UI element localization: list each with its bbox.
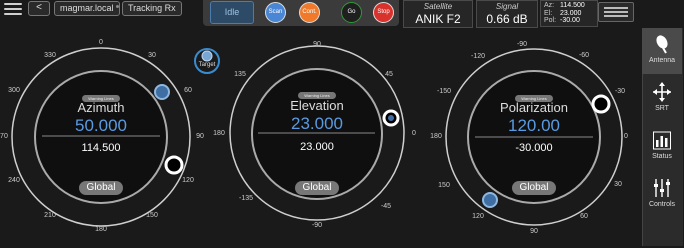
pol-tick-minus60: -60 (578, 52, 590, 59)
el-tick-minus90: -90 (311, 222, 323, 229)
azimuth-actual-marker (164, 155, 184, 175)
sidebar-item-controls[interactable]: Controls (642, 172, 682, 218)
az-tick-270: 270 (0, 133, 8, 140)
az-tick-150: 150 (146, 212, 158, 219)
pol-tick-minus120: -120 (470, 53, 485, 60)
az-tick-0: 0 (99, 39, 103, 46)
target-icon (201, 50, 213, 62)
pol-tick-minus30: -30 (614, 88, 626, 95)
elevation-title: Elevation (290, 98, 344, 113)
el-tick-135: 135 (234, 71, 246, 78)
pol-tick-0: 0 (624, 133, 628, 140)
polarization-target-value[interactable]: 120.00 (474, 116, 594, 136)
elevation-target-value[interactable]: 23.000 (257, 114, 377, 134)
target-label: Target (198, 62, 216, 68)
azimuth-target-value[interactable]: 50.000 (41, 116, 161, 136)
elevation-global-button[interactable]: Global (295, 181, 339, 195)
azimuth-global-button[interactable]: Global (79, 181, 123, 195)
polarization-dial (445, 48, 623, 226)
azimuth-title: Azimuth (77, 100, 125, 115)
polarization-target-marker[interactable] (482, 192, 498, 208)
az-tick-60: 60 (184, 87, 192, 94)
az-tick-30: 30 (148, 52, 156, 59)
pol-tick-30: 30 (614, 181, 622, 188)
sliders-icon (654, 179, 670, 197)
pol-tick-180: 180 (430, 133, 442, 140)
el-tick-45: 45 (385, 71, 393, 78)
sidebar-label-srt: SRT (655, 105, 669, 112)
pol-tick-150: 150 (438, 182, 450, 189)
satellite-dish-icon (656, 35, 668, 54)
az-tick-120: 120 (182, 177, 194, 184)
elevation-actual-value: 23.000 (300, 141, 334, 153)
az-tick-240: 240 (8, 177, 20, 184)
sidebar-label-status: Status (652, 153, 672, 160)
move-arrows-icon (653, 82, 671, 102)
sidebar-item-srt[interactable]: SRT (642, 76, 682, 122)
pol-tick-60: 60 (580, 213, 588, 220)
el-tick-minus135: -135 (238, 195, 253, 202)
polarization-global-button[interactable]: Global (512, 181, 556, 195)
el-tick-180: 180 (213, 130, 225, 137)
az-tick-300: 300 (8, 87, 20, 94)
pol-tick-90: 90 (530, 228, 538, 235)
azimuth-dial (11, 47, 191, 227)
polarization-actual-value: -30.000 (515, 142, 553, 154)
el-tick-0: 0 (412, 130, 416, 137)
polarization-actual-marker (591, 94, 611, 114)
pol-tick-minus90: -90 (516, 41, 528, 48)
bar-chart-icon (653, 131, 671, 150)
sidebar-item-status[interactable]: Status (642, 124, 682, 170)
azimuth-target-marker[interactable] (154, 84, 170, 100)
el-tick-minus45: -45 (380, 203, 392, 210)
el-tick-90: 90 (313, 41, 321, 48)
az-tick-330: 330 (44, 52, 56, 59)
pol-tick-120: 120 (472, 213, 484, 220)
elevation-target-marker[interactable] (388, 115, 394, 121)
polarization-title: Polarization (500, 100, 568, 115)
sidebar-item-antenna[interactable]: Antenna (642, 28, 682, 74)
azimuth-actual-value: 114.500 (81, 142, 121, 154)
az-tick-210: 210 (44, 212, 56, 219)
pol-tick-minus150: -150 (436, 88, 451, 95)
sidebar-label-antenna: Antenna (648, 57, 676, 64)
az-tick-180: 180 (95, 226, 107, 233)
sidebar-label-controls: Controls (648, 201, 676, 208)
